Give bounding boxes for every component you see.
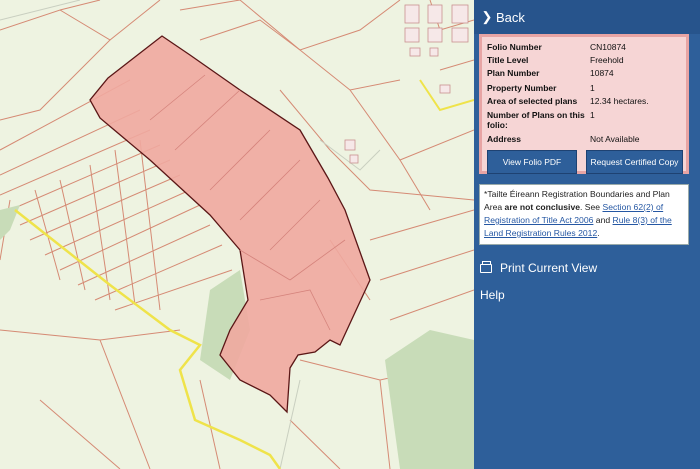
help-link[interactable]: Help [480,288,505,302]
back-label: Back [496,9,525,25]
note-bold: are not conclusive [504,202,581,212]
map-canvas[interactable] [0,0,474,469]
info-key: Property Number [487,83,557,93]
selected-parcel[interactable] [89,35,371,414]
printer-icon [480,260,492,273]
info-value: 1 [590,83,595,93]
print-label: Print Current View [500,261,598,275]
request-certified-copy-button[interactable]: Request Certified Copy [586,150,683,174]
info-value: CN10874 [590,42,626,52]
info-value: Not Available [590,134,640,144]
help-label: Help [480,288,505,302]
buildings [344,4,469,164]
info-key: Plan Number [487,68,540,78]
info-value: 1 [590,110,595,120]
info-key: Title Level [487,55,529,65]
info-value: Freehold [590,55,624,65]
print-current-view-button[interactable]: Print Current View [480,260,598,275]
chevron-right-icon: ❯ [481,9,493,24]
map-view[interactable] [0,0,474,469]
side-panel: ❯ Back Folio Number CN10874 Title Level … [474,0,700,469]
info-value: 12.34 hectares. [590,96,649,106]
info-key: Number of Plans on this folio: [487,110,585,130]
view-folio-pdf-button[interactable]: View Folio PDF [487,150,577,174]
info-key: Area of selected plans [487,96,578,106]
folio-info-card: Folio Number CN10874 Title Level Freehol… [479,34,689,174]
back-button[interactable]: ❯ Back [474,0,700,34]
note-suffix: . [597,228,600,238]
info-key: Folio Number [487,42,542,52]
note-and: and [593,215,613,225]
disclaimer-note: *Tailte Éireann Registration Boundaries … [479,184,689,245]
info-key: Address [487,134,522,144]
road-east [419,79,474,112]
info-value: 10874 [590,68,614,78]
note-mid: . See [580,202,603,212]
